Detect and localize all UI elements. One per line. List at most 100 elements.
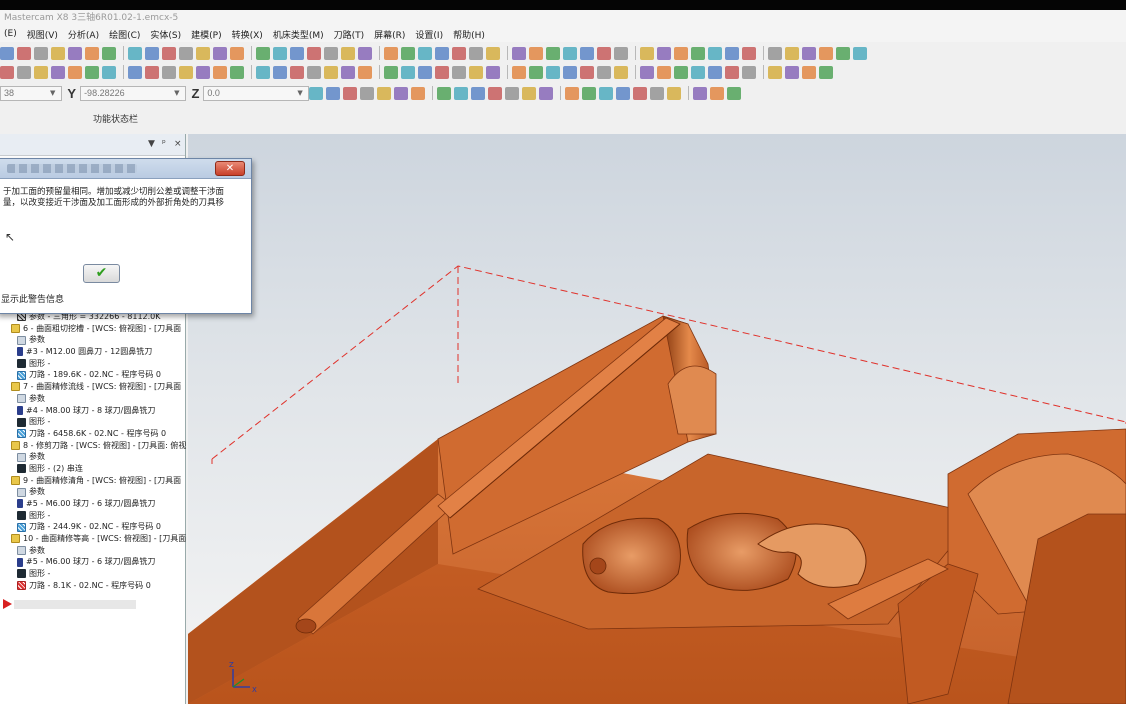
- toolbar-icon[interactable]: [521, 86, 536, 100]
- toolbar-icon[interactable]: [529, 46, 543, 60]
- toolbar-icon[interactable]: [691, 46, 705, 60]
- ok-button[interactable]: ✔: [83, 264, 120, 283]
- toolbar-icon[interactable]: [213, 46, 227, 60]
- menu-item[interactable]: 建模(P): [187, 28, 227, 41]
- pin-icon[interactable]: ᵖ: [162, 139, 166, 149]
- toolbar-icon[interactable]: [615, 86, 630, 100]
- toolbar-icon[interactable]: [308, 86, 323, 100]
- menu-item[interactable]: 屏幕(R): [370, 28, 411, 41]
- toolbar-icon[interactable]: [145, 65, 159, 79]
- toolbar-icon[interactable]: [487, 86, 502, 100]
- toolbar-icon[interactable]: [674, 65, 688, 79]
- menu-item[interactable]: 视图(V): [23, 28, 64, 41]
- toolbar-icon[interactable]: [256, 46, 270, 60]
- toolbar-icon[interactable]: [546, 46, 560, 60]
- toolbar-icon[interactable]: [68, 65, 82, 79]
- toolbar-icon[interactable]: [581, 86, 596, 100]
- toolbar-icon[interactable]: [290, 65, 304, 79]
- toolbar-icon[interactable]: [853, 46, 867, 60]
- toolbar-icon[interactable]: [614, 65, 628, 79]
- toolbar-icon[interactable]: [580, 65, 594, 79]
- tree-row[interactable]: 8 - 修剪刀路 - [WCS: 俯视图] - [刀具面: 俯视: [0, 440, 186, 452]
- toolbar-icon[interactable]: [453, 86, 468, 100]
- toolbar-icon[interactable]: [486, 46, 500, 60]
- insert-arrow-icon[interactable]: [3, 599, 12, 609]
- tree-row[interactable]: 图形 -: [0, 358, 186, 370]
- toolbar-icon[interactable]: [725, 46, 739, 60]
- toolbar-icon[interactable]: [384, 46, 398, 60]
- toolbar-icon[interactable]: [341, 65, 355, 79]
- toolbar-icon[interactable]: [564, 86, 579, 100]
- tree-row[interactable]: 刀路 - 8.1K - 02.NC - 程序号码 0: [0, 580, 186, 592]
- tree-row[interactable]: 参数: [0, 486, 186, 498]
- toolbar-icon[interactable]: [692, 86, 707, 100]
- toolbar-icon[interactable]: [538, 86, 553, 100]
- tree-row[interactable]: 6 - 曲面粗切挖槽 - [WCS: 俯视图] - [刀具面: [0, 323, 186, 335]
- toolbar-icon[interactable]: [657, 65, 671, 79]
- toolbar-icon[interactable]: [376, 86, 391, 100]
- y-coordinate-input[interactable]: [80, 85, 187, 101]
- toolbar-icon[interactable]: [51, 65, 65, 79]
- toolbar-icon[interactable]: [230, 46, 244, 60]
- toolbar-icon[interactable]: [102, 46, 116, 60]
- toolbar-icon[interactable]: [17, 46, 31, 60]
- toolbar-icon[interactable]: [452, 46, 466, 60]
- toolbar-icon[interactable]: [469, 65, 483, 79]
- tree-row[interactable]: 刀路 - 6458.6K - 02.NC - 程序号码 0: [0, 428, 186, 440]
- toolbar-icon[interactable]: [726, 86, 741, 100]
- toolbar-icon[interactable]: [504, 86, 519, 100]
- toolbar-icon[interactable]: [649, 86, 664, 100]
- toolbar-icon[interactable]: [785, 46, 799, 60]
- toolbar-icon[interactable]: [418, 46, 432, 60]
- toolbar-icon[interactable]: [708, 65, 722, 79]
- toolbar-icon[interactable]: [709, 86, 724, 100]
- toolbar-icon[interactable]: [179, 46, 193, 60]
- toolbar-icon[interactable]: [358, 65, 372, 79]
- toolbar-icon[interactable]: [785, 65, 799, 79]
- toolbar-icon[interactable]: [691, 65, 705, 79]
- toolbar-icon[interactable]: [614, 46, 628, 60]
- toolbar-icon[interactable]: [17, 65, 31, 79]
- toolbar-icon[interactable]: [597, 65, 611, 79]
- toolbar-icon[interactable]: [435, 65, 449, 79]
- toolbar-icon[interactable]: [324, 46, 338, 60]
- tree-row[interactable]: 刀路 - 244.9K - 02.NC - 程序号码 0: [0, 521, 186, 533]
- toolbar-icon[interactable]: [632, 86, 647, 100]
- toolbar-icon[interactable]: [307, 65, 321, 79]
- tree-row[interactable]: 参数: [0, 334, 186, 346]
- chevron-down-icon[interactable]: ▼: [297, 89, 302, 97]
- toolbar-icon[interactable]: [836, 46, 850, 60]
- tree-row[interactable]: #4 - M8.00 球刀 - 8 球刀/圆鼻铣刀: [0, 405, 186, 417]
- tree-row[interactable]: 图形 -: [0, 568, 186, 580]
- toolbar-icon[interactable]: [470, 86, 485, 100]
- toolbar-icon[interactable]: [580, 46, 594, 60]
- tree-row[interactable]: 9 - 曲面精修清角 - [WCS: 俯视图] - [刀具面: [0, 475, 186, 487]
- toolbar-icon[interactable]: [742, 65, 756, 79]
- toolbar-icon[interactable]: [469, 46, 483, 60]
- toolbar-icon[interactable]: [512, 46, 526, 60]
- toolbar-icon[interactable]: [213, 65, 227, 79]
- toolbar-icon[interactable]: [598, 86, 613, 100]
- toolbar-icon[interactable]: [410, 86, 425, 100]
- toolbar-icon[interactable]: [324, 65, 338, 79]
- menu-item[interactable]: 机床类型(M): [269, 28, 330, 41]
- toolbar-icon[interactable]: [725, 65, 739, 79]
- toolbar-icon[interactable]: [597, 46, 611, 60]
- toolbar-icon[interactable]: [401, 46, 415, 60]
- toolbar-icon[interactable]: [435, 46, 449, 60]
- toolbar-icon[interactable]: [341, 46, 355, 60]
- toolbar-icon[interactable]: [486, 65, 500, 79]
- toolbar-icon[interactable]: [708, 46, 722, 60]
- toolbar-icon[interactable]: [325, 86, 340, 100]
- toolbar-icon[interactable]: [742, 46, 756, 60]
- toolbar-icon[interactable]: [819, 46, 833, 60]
- tree-row[interactable]: #5 - M6.00 球刀 - 6 球刀/圆鼻铣刀: [0, 498, 186, 510]
- tree-row[interactable]: 图形 - (2) 串连: [0, 463, 186, 475]
- toolbar-icon[interactable]: [273, 46, 287, 60]
- toolbar-icon[interactable]: [128, 65, 142, 79]
- toolbar-icon[interactable]: [802, 46, 816, 60]
- menu-item[interactable]: 绘图(C): [105, 28, 146, 41]
- toolbar-icon[interactable]: [393, 86, 408, 100]
- toolbar-icon[interactable]: [128, 46, 142, 60]
- toolbar-icon[interactable]: [401, 65, 415, 79]
